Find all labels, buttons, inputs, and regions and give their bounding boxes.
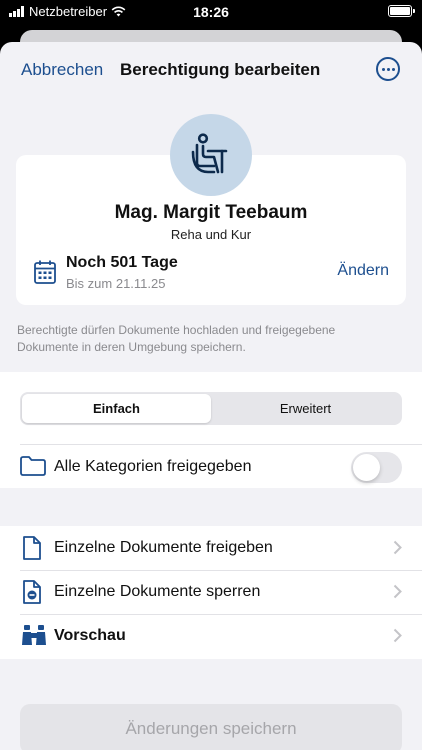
- all-categories-row: Alle Kategorien freigegeben: [0, 444, 422, 488]
- change-validity-button[interactable]: Ändern: [337, 262, 389, 280]
- chevron-right-icon: [393, 540, 402, 555]
- status-time: 18:26: [193, 4, 229, 20]
- folder-icon: [20, 456, 46, 476]
- navigation-bar: Abbrechen Berechtigung bearbeiten: [0, 42, 422, 98]
- person-at-desk-icon: [191, 133, 228, 174]
- chevron-right-icon: [393, 584, 402, 599]
- info-text: Berechtigte dürfen Dokumente hochladen u…: [17, 323, 336, 354]
- battery-icon: [388, 5, 415, 17]
- page-title: Berechtigung bearbeiten: [120, 60, 321, 79]
- documents-list: Einzelne Dokumente freigeben Einzelne Do…: [0, 526, 422, 659]
- document-icon: [23, 536, 41, 560]
- mode-segmented-control: Einfach Erweitert: [20, 392, 402, 425]
- list-item-label: Einzelne Dokumente sperren: [54, 583, 261, 600]
- person-name: Mag. Margit Teebaum: [114, 202, 308, 223]
- edit-permission-sheet: Abbrechen Berechtigung bearbeiten Mag. M…: [0, 42, 422, 750]
- more-options-icon[interactable]: [376, 57, 400, 81]
- avatar: [170, 114, 252, 196]
- list-item-label: Vorschau: [54, 627, 126, 644]
- all-categories-toggle[interactable]: [351, 452, 402, 483]
- all-categories-label: Alle Kategorien freigegeben: [54, 458, 252, 475]
- person-subtitle: Reha und Kur: [170, 227, 252, 242]
- segment-simple[interactable]: Einfach: [22, 394, 211, 423]
- validity-title: Noch 501 Tage: [66, 254, 178, 271]
- list-item-preview[interactable]: Vorschau: [0, 614, 422, 658]
- sharing-mode-section: Einfach Erweitert Alle Kategorien freige…: [0, 372, 422, 488]
- calendar-icon: [34, 260, 56, 284]
- save-changes-button[interactable]: Änderungen speichern: [20, 704, 402, 750]
- list-item-label: Einzelne Dokumente freigeben: [54, 539, 273, 556]
- cancel-button[interactable]: Abbrechen: [21, 60, 103, 80]
- list-item-block-documents[interactable]: Einzelne Dokumente sperren: [0, 570, 422, 614]
- binoculars-icon: [22, 625, 46, 645]
- chevron-right-icon: [393, 628, 402, 643]
- segment-advanced[interactable]: Erweitert: [211, 394, 400, 423]
- status-bar: Netzbetreiber 18:26: [0, 0, 422, 24]
- validity-until: Bis zum 21.11.25: [66, 276, 166, 291]
- list-item-share-documents[interactable]: Einzelne Dokumente freigeben: [0, 526, 422, 570]
- document-blocked-icon: [23, 580, 41, 604]
